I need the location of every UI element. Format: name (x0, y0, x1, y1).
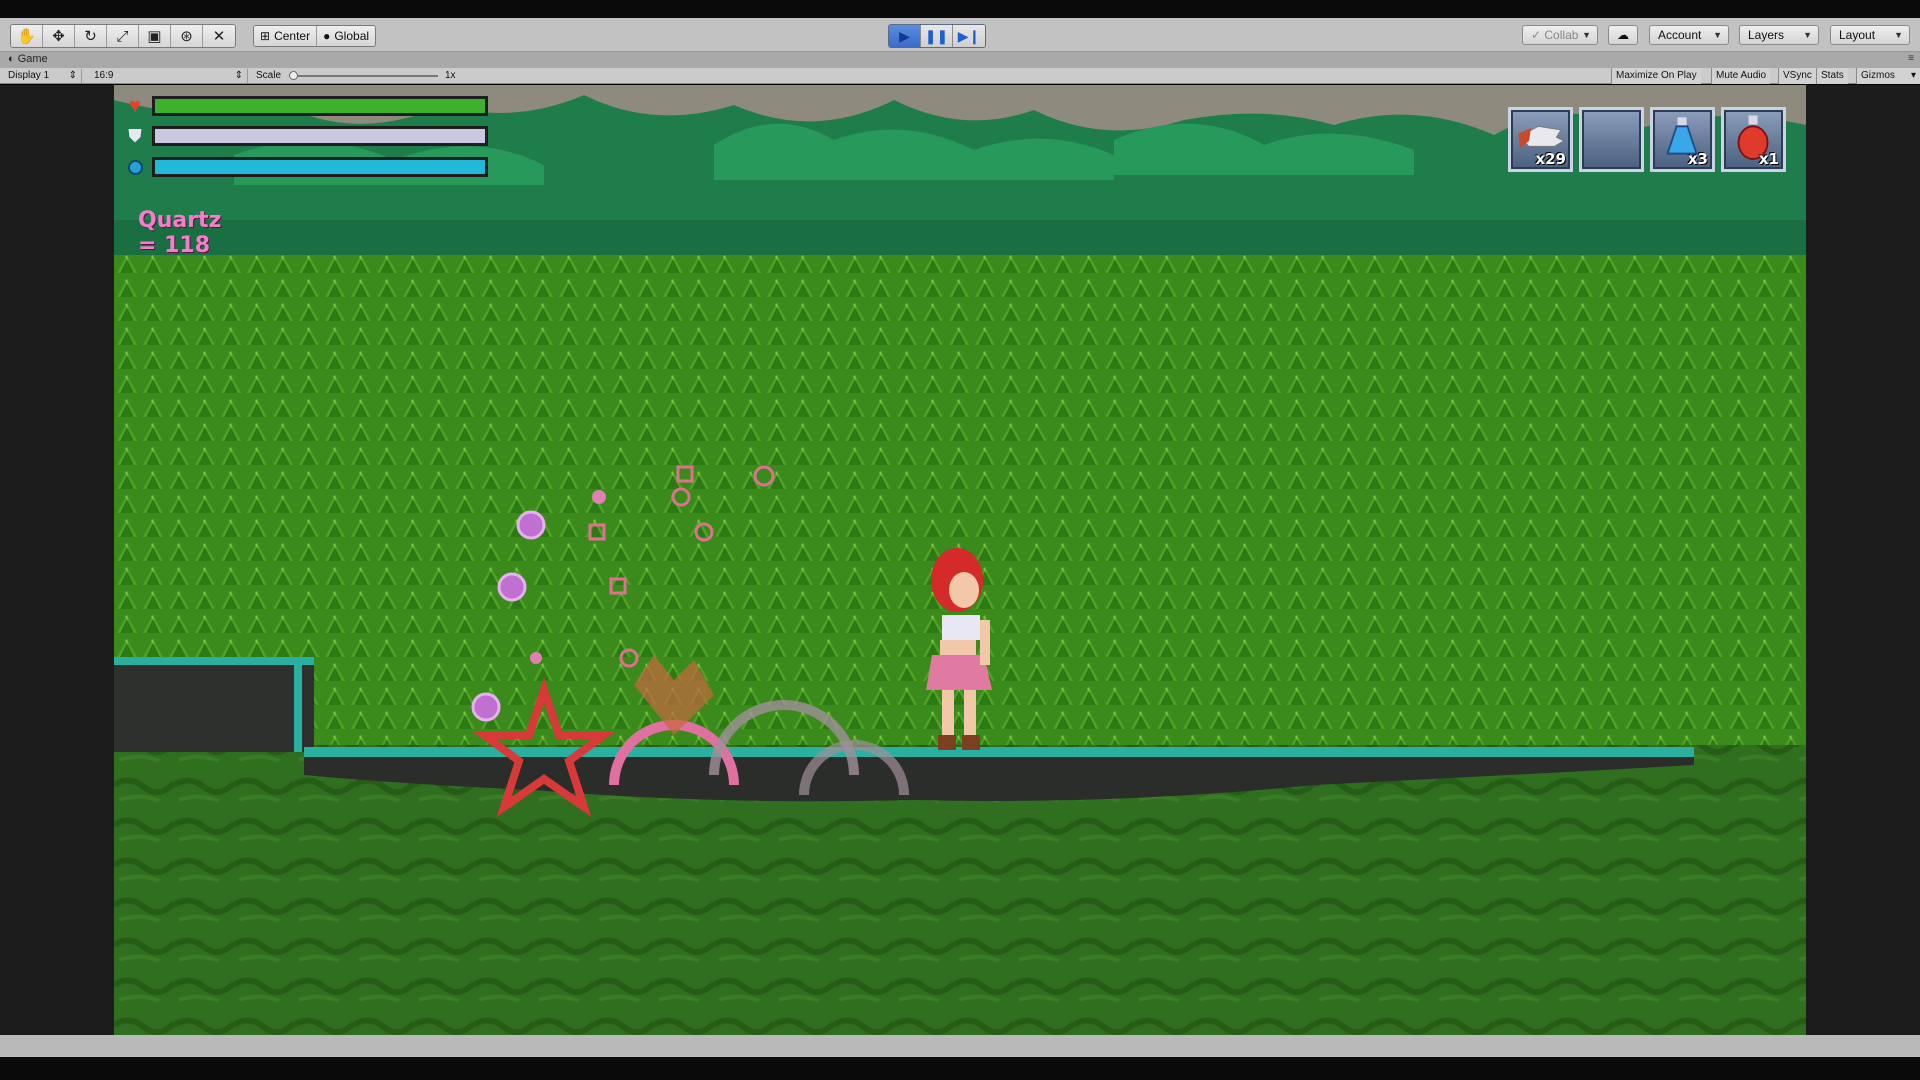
inventory-slot[interactable]: x1 (1721, 107, 1786, 172)
scale-tool-icon[interactable]: ⤢ (107, 25, 139, 47)
game-view-options: Display 1 ⇕ 16:9 ⇕ Scale 1x Maximize On Pl… (0, 68, 1920, 84)
aspect-dropdown[interactable]: 16:9 ⇕ (90, 69, 248, 83)
scale-value: 1x (445, 70, 456, 81)
forest-background (114, 255, 1806, 775)
chevron-updown-icon: ⇕ (234, 70, 243, 81)
armor-row: ⛊ (124, 125, 488, 147)
armor-bar (152, 126, 488, 146)
playback-controls: ▶ ❚❚ ▶❙ (888, 24, 986, 48)
inventory-slot[interactable]: x29 (1508, 107, 1573, 172)
game-viewport[interactable]: ♥ ⛊ Quartz = 118 x29 x3 x1 (114, 85, 1806, 1035)
slot-quantity: x1 (1758, 150, 1779, 168)
pivot-toggles: ⊞ Center ● Global (253, 25, 377, 47)
globe-icon: ● (323, 29, 331, 43)
aspect-label: 16:9 (94, 70, 114, 81)
collab-dropdown[interactable]: ✓ Collab ▼ (1522, 25, 1598, 45)
scale-slider-handle[interactable] (289, 71, 298, 80)
play-icon: ▶ (899, 27, 910, 44)
display-dropdown[interactable]: Display 1 ⇕ (4, 69, 82, 83)
ledge-top (114, 657, 314, 665)
shield-icon: ⛊ (128, 125, 142, 146)
treeline-shadow (114, 220, 1806, 260)
layers-label: Layers (1748, 28, 1785, 42)
mana-bar (152, 157, 488, 177)
stats-toggle[interactable]: Stats (1816, 68, 1848, 84)
game-tab[interactable]: ◐ Game (8, 53, 48, 65)
chevron-down-icon: ▼ (1894, 30, 1903, 40)
slot-quantity: x29 (1535, 150, 1566, 168)
play-button[interactable]: ▶ (889, 25, 921, 47)
cloud-button[interactable]: ☁ (1608, 25, 1638, 45)
layers-dropdown[interactable]: Layers ▼ (1739, 25, 1819, 45)
gizmos-dropdown[interactable]: Gizmos ▾ (1856, 68, 1920, 84)
health-fill (155, 99, 485, 113)
pivot-center-button[interactable]: ⊞ Center (254, 26, 318, 46)
mute-audio-toggle[interactable]: Mute Audio (1711, 68, 1771, 84)
layout-dropdown[interactable]: Layout ▼ (1830, 25, 1910, 45)
transform-tools: ✋ ✥ ↻ ⤢ ▣ ⊛ ✕ (10, 24, 236, 48)
rect-tool-icon[interactable]: ▣ (139, 25, 171, 47)
chevron-down-icon: ▼ (1803, 30, 1812, 40)
inventory-bar: x29 x3 x1 (1508, 107, 1786, 172)
editor-toolbar: ✋ ✥ ↻ ⤢ ▣ ⊛ ✕ ⊞ Center ● Global ▶ ❚❚ ▶❙ ✓ … (0, 18, 1920, 52)
mana-orb-icon (124, 156, 146, 178)
window-bottom-edge (0, 1057, 1920, 1080)
ledge-block (114, 660, 314, 752)
vsync-toggle[interactable]: VSync (1778, 68, 1816, 84)
collab-label: Collab (1544, 28, 1579, 42)
maximize-on-play-toggle[interactable]: Maximize On Play (1611, 68, 1701, 84)
space-label: Global (334, 29, 370, 43)
game-tab-label: Game (17, 53, 48, 65)
inventory-slot[interactable] (1579, 107, 1644, 172)
slot-quantity: x3 (1687, 150, 1708, 168)
pivot-icon: ⊞ (260, 29, 271, 43)
ledge-edge (294, 657, 302, 752)
game-tab-icon: ◐ (8, 53, 18, 65)
inventory-slot[interactable]: x3 (1650, 107, 1715, 172)
pivot-global-button[interactable]: ● Global (317, 26, 376, 46)
gizmos-label: Gizmos (1861, 70, 1895, 81)
rotate-tool-icon[interactable]: ↻ (75, 25, 107, 47)
tab-menu-icon[interactable]: ≡ (1908, 53, 1914, 64)
chevron-updown-icon: ⇕ (68, 70, 77, 81)
step-icon: ▶❙ (957, 27, 981, 44)
chevron-down-icon: ▼ (1582, 30, 1591, 40)
transform-tool-icon[interactable]: ⊛ (171, 25, 203, 47)
custom-tool-icon[interactable]: ✕ (203, 25, 235, 47)
health-row: ♥ (124, 95, 488, 117)
layout-label: Layout (1839, 28, 1876, 42)
game-scene (114, 85, 1806, 1035)
check-icon: ✓ (1531, 28, 1545, 42)
chevron-down-icon: ▾ (1910, 70, 1916, 81)
account-label: Account (1658, 28, 1702, 42)
chevron-down-icon: ▼ (1713, 30, 1722, 40)
quartz-counter: Quartz = 118 (138, 208, 222, 258)
hand-tool-icon[interactable]: ✋ (11, 25, 43, 47)
cloud-icon: ☁ (1617, 28, 1629, 42)
window-top-edge (0, 0, 1920, 18)
game-view-panel: ♥ ⛊ Quartz = 118 x29 x3 x1 (0, 85, 1920, 1035)
game-tab-row: ◐ Game ≡ (0, 52, 1920, 68)
mana-row (124, 156, 488, 178)
pivot-label: Center (274, 29, 311, 43)
heart-icon: ♥ (129, 94, 141, 117)
scale-slider-track[interactable] (292, 75, 438, 77)
pause-icon: ❚❚ (924, 27, 949, 44)
scale-label: Scale (256, 70, 282, 81)
editor-status-bar (0, 1035, 1920, 1057)
health-bar (152, 96, 488, 116)
display-label: Display 1 (8, 70, 50, 81)
pause-button[interactable]: ❚❚ (921, 25, 953, 47)
move-tool-icon[interactable]: ✥ (43, 25, 75, 47)
mana-fill (155, 160, 485, 174)
step-button[interactable]: ▶❙ (953, 25, 985, 47)
account-dropdown[interactable]: Account ▼ (1649, 25, 1729, 45)
armor-fill (155, 129, 485, 143)
